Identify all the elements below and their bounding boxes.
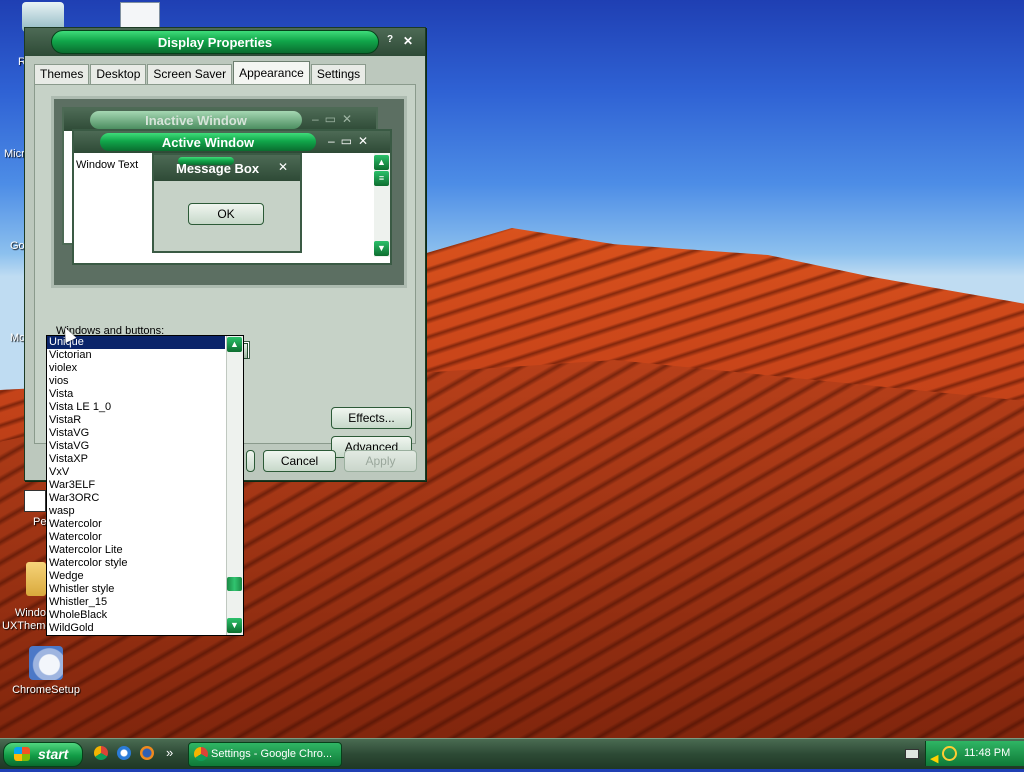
- dropdown-item[interactable]: Wedge: [47, 570, 225, 583]
- ok-button[interactable]: [246, 450, 255, 472]
- dropdown-item[interactable]: VxV: [47, 466, 225, 479]
- folder-icon[interactable]: [26, 562, 46, 596]
- scroll-up-icon: ▲: [374, 155, 389, 170]
- message-box-title: Message Box: [176, 161, 260, 176]
- dropdown-item[interactable]: vios: [47, 375, 225, 388]
- tab-appearance[interactable]: Appearance: [233, 61, 310, 84]
- internet-explorer-icon[interactable]: [117, 746, 131, 760]
- message-box-titlebar: Message Box ✕: [154, 155, 300, 181]
- active-window-title: Active Window: [100, 133, 316, 151]
- active-titlebar: Active Window –▭✕: [74, 131, 390, 153]
- dropdown-item[interactable]: VistaXP: [47, 453, 225, 466]
- dropdown-item[interactable]: Watercolor: [47, 531, 225, 544]
- dropdown-item[interactable]: Whistler_15: [47, 596, 225, 609]
- scroll-thumb-icon: ≡: [374, 171, 389, 186]
- dropdown-item[interactable]: Vista LE 1_0: [47, 401, 225, 414]
- dropdown-item[interactable]: VistaR: [47, 414, 225, 427]
- preview-ok-button[interactable]: OK: [188, 203, 264, 225]
- dropdown-item[interactable]: WildGold: [47, 622, 225, 635]
- dropdown-scrollbar[interactable]: ▲ ▼: [226, 336, 243, 635]
- active-window-controls: –▭✕: [328, 134, 375, 148]
- task-button-chrome-settings[interactable]: Settings - Google Chro...: [188, 742, 342, 767]
- dropdown-item[interactable]: Whistler style: [47, 583, 225, 596]
- keyboard-icon[interactable]: [905, 749, 919, 759]
- tray-collapse-icon[interactable]: ◀: [930, 747, 938, 772]
- windows-logo-icon: [14, 747, 30, 761]
- tab-themes[interactable]: Themes: [34, 64, 90, 84]
- setup-disc-icon: [29, 646, 63, 680]
- dropdown-item[interactable]: wasp: [47, 505, 225, 518]
- tab-strip: Themes Desktop Screen Saver Appearance S…: [34, 61, 367, 84]
- desktop-label-partial: Pe: [33, 516, 47, 528]
- firefox-icon[interactable]: [140, 746, 154, 760]
- scroll-thumb[interactable]: [227, 577, 242, 591]
- preview-message-box: Message Box ✕ OK: [152, 153, 302, 253]
- preview-scrollbar: ▲ ≡ ▼: [374, 153, 390, 257]
- dropdown-item[interactable]: War3ELF: [47, 479, 225, 492]
- scroll-down-icon[interactable]: ▼: [227, 618, 242, 633]
- inactive-titlebar: Inactive Window –▭✕: [64, 109, 376, 131]
- dropdown-item[interactable]: War3ORC: [47, 492, 225, 505]
- task-label: Settings - Google Chro...: [211, 748, 333, 760]
- tab-desktop[interactable]: Desktop: [90, 64, 147, 84]
- scroll-up-icon[interactable]: ▲: [227, 337, 242, 352]
- preview-active-window: Active Window –▭✕ Window Text ▲ ≡ ▼ Mess…: [72, 129, 392, 265]
- clock[interactable]: 11:48 PM: [964, 747, 1010, 759]
- desktop-icon-label: ChromeSetup: [12, 684, 80, 696]
- help-button[interactable]: ?: [387, 34, 393, 45]
- desktop-icon-label: Windo UXTheme: [2, 607, 52, 632]
- dropdown-item[interactable]: Watercolor: [47, 518, 225, 531]
- dropdown-item[interactable]: Watercolor Lite: [47, 544, 225, 557]
- desktop-shortcut-icon[interactable]: [24, 490, 46, 512]
- desktop-label-partial: Micr: [4, 148, 25, 160]
- apply-button[interactable]: Apply: [344, 450, 417, 472]
- dropdown-item[interactable]: WholeBlack: [47, 609, 225, 622]
- style-dropdown-list[interactable]: Unique Victorian violex vios Vista Vista LE 1…: [46, 335, 244, 636]
- cancel-button[interactable]: Cancel: [263, 450, 336, 472]
- dropdown-item[interactable]: Vista: [47, 388, 225, 401]
- desktop-icon-chromesetup[interactable]: ChromeSetup: [11, 646, 81, 696]
- desktop-label-partial: Go: [10, 240, 25, 252]
- system-tray: ◀ 11:48 PM: [925, 741, 1024, 766]
- close-button[interactable]: ✕: [403, 34, 413, 48]
- dropdown-item[interactable]: violex: [47, 362, 225, 375]
- taskbar: start » Settings - Google Chro... ◀ 11:4…: [0, 738, 1024, 769]
- window-titlebar[interactable]: Display Properties ? ✕: [25, 28, 425, 56]
- inactive-window-controls: –▭✕: [312, 112, 359, 126]
- dropdown-item[interactable]: Watercolor style: [47, 557, 225, 570]
- inactive-window-title: Inactive Window: [90, 111, 302, 129]
- window-text-sample: Window Text: [76, 159, 139, 171]
- search-icon[interactable]: [942, 746, 957, 761]
- dropdown-items: Unique Victorian violex vios Vista Vista LE 1…: [47, 336, 243, 635]
- chrome-icon[interactable]: [94, 746, 108, 760]
- chrome-icon: [194, 747, 208, 761]
- quicklaunch-overflow-icon[interactable]: »: [166, 745, 173, 760]
- tab-settings[interactable]: Settings: [310, 64, 367, 84]
- tab-screen-saver[interactable]: Screen Saver: [147, 64, 233, 84]
- desktop-label-partial: Mo: [10, 332, 26, 344]
- start-label: start: [38, 746, 69, 762]
- appearance-preview: Inactive Window –▭✕ Active Window –▭✕ Wi…: [51, 96, 407, 288]
- effects-button[interactable]: Effects...: [331, 407, 412, 429]
- dropdown-item[interactable]: VistaVG: [47, 440, 225, 453]
- dropdown-item[interactable]: Victorian: [47, 349, 225, 362]
- close-icon: ✕: [278, 160, 289, 174]
- window-title: Display Properties: [51, 30, 379, 54]
- scroll-down-icon: ▼: [374, 241, 389, 256]
- start-button[interactable]: start: [3, 742, 83, 767]
- dropdown-item[interactable]: VistaVG: [47, 427, 225, 440]
